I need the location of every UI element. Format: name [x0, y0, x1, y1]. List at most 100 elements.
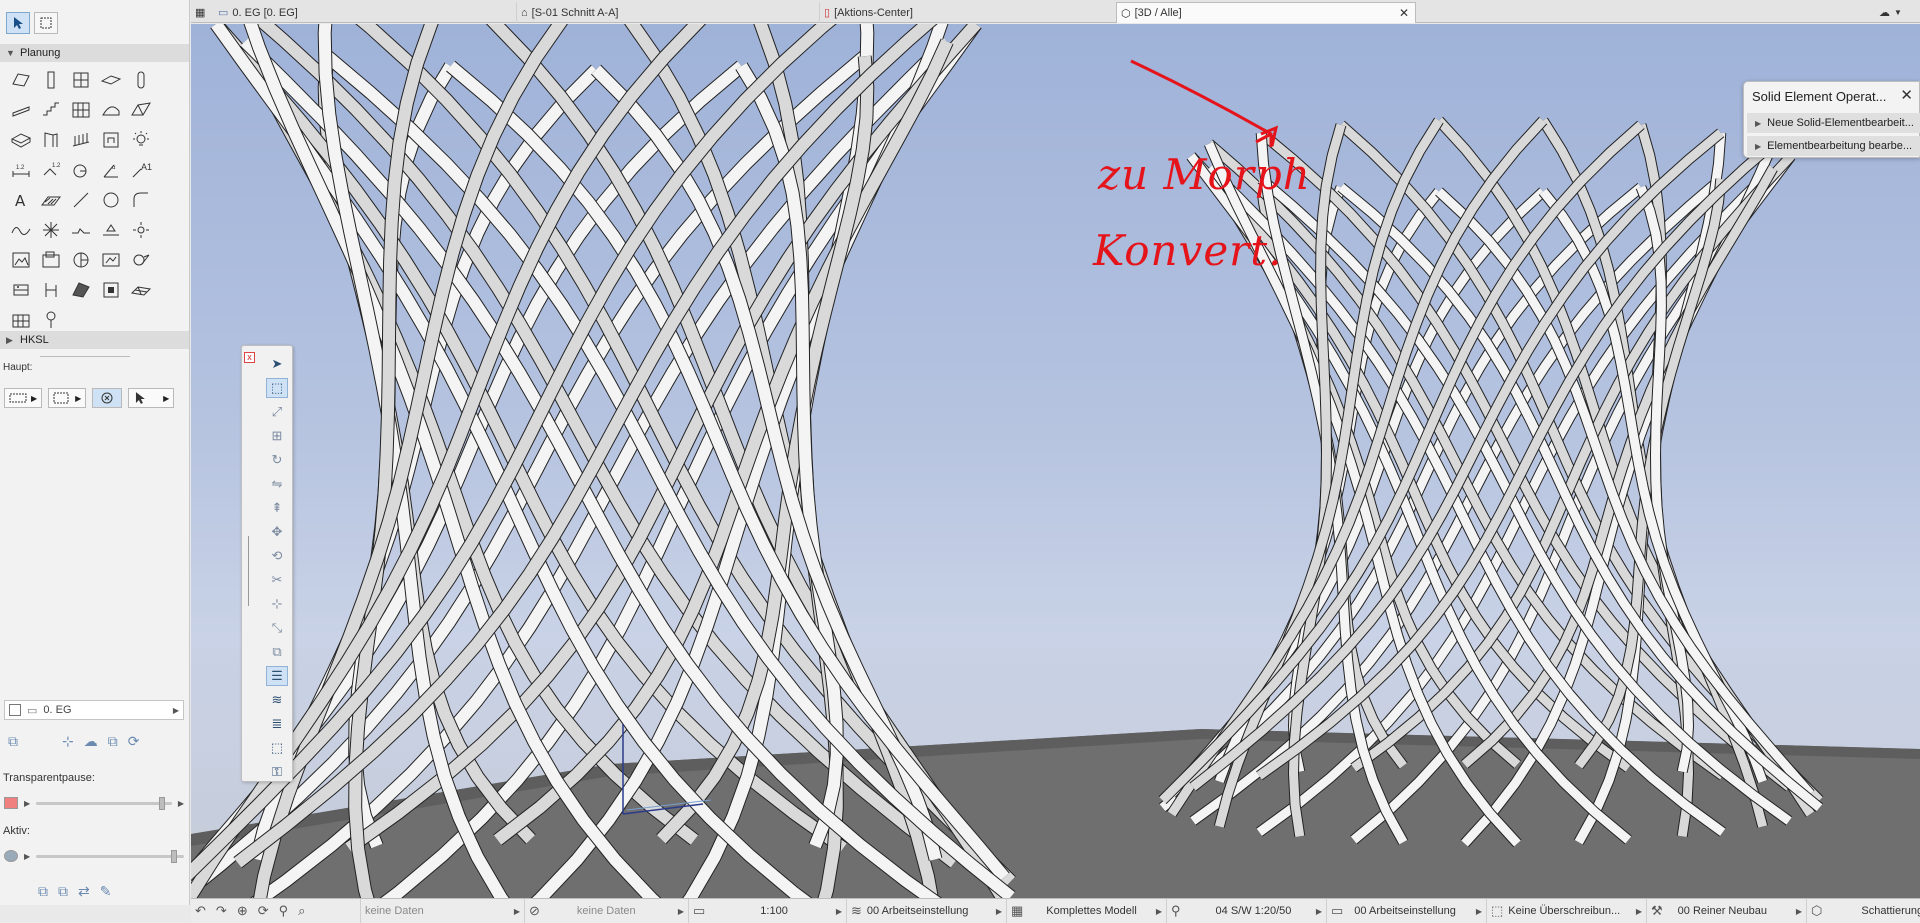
interior-tool-icon[interactable] — [6, 275, 36, 305]
cloud-icon[interactable]: ☁ — [84, 733, 98, 750]
zoom-icon[interactable]: ⊕ — [237, 903, 248, 919]
tab-3d[interactable]: ⬡ [3D / Alle] ✕ — [1116, 2, 1416, 23]
refresh-icon[interactable]: ⟳ — [128, 733, 140, 750]
navigator-icon[interactable]: ⧉ — [8, 733, 18, 750]
drag-icon[interactable]: ✥ — [266, 522, 288, 542]
arc-tool-icon[interactable] — [126, 185, 156, 215]
select-3d-icon[interactable]: ⬚ — [266, 738, 288, 758]
terrain-tool-icon[interactable] — [126, 275, 156, 305]
pointer-icon[interactable]: ➤ — [266, 354, 288, 374]
section-tool-icon[interactable] — [66, 245, 96, 275]
marquee-method-button[interactable]: ▶ — [48, 388, 87, 408]
mesh-tool-icon[interactable] — [126, 95, 156, 125]
slider-knob[interactable] — [170, 849, 177, 863]
stretch-icon[interactable]: ⤢ — [266, 402, 288, 422]
undo-icon[interactable]: ↶ — [195, 903, 206, 919]
scale-field[interactable]: ▭ 1:100 ▶ — [689, 898, 847, 923]
duplicate-icon[interactable]: ⧉ — [58, 883, 68, 900]
edit-icon[interactable]: ✎ — [100, 883, 112, 900]
close-icon[interactable]: x — [244, 352, 255, 363]
render-mode-field[interactable]: ⬡ Schattierung — [1807, 899, 1920, 923]
data-field-1[interactable]: keine Daten ▶ — [361, 898, 525, 923]
lock-icon[interactable]: ⚿ — [266, 762, 288, 782]
object-tool-icon[interactable] — [96, 275, 126, 305]
section-planung[interactable]: ▼ Planung — [0, 44, 189, 62]
redo-icon[interactable]: ↷ — [216, 903, 227, 919]
close-icon[interactable]: ✕ — [1900, 86, 1913, 104]
morph-tool-icon[interactable] — [6, 125, 36, 155]
curtain-wall-tool-icon[interactable] — [66, 95, 96, 125]
tab-section[interactable]: ⌂ [S-01 Schnitt A-A] — [517, 2, 820, 23]
layers-icon[interactable]: ☰ — [266, 666, 288, 686]
layer-combo-field[interactable]: ≋ 00 Arbeitseinstellung ▶ — [847, 898, 1007, 923]
fill-tool-icon[interactable] — [36, 185, 66, 215]
select-element-icon[interactable]: ⬚ — [266, 378, 288, 398]
model-view-field[interactable]: ▦ Komplettes Modell ▶ — [1007, 898, 1167, 923]
stack-icon[interactable]: ⧉ — [38, 883, 48, 900]
elevation-tool-icon[interactable] — [96, 215, 126, 245]
zoom-fit-icon[interactable]: ⌕ — [298, 903, 305, 919]
dimension-tool-icon[interactable]: 1.2 — [6, 155, 36, 185]
label-tool-icon[interactable]: A1 — [126, 155, 156, 185]
edit-operation-row[interactable]: ▶ Elementbearbeitung bearbe... — [1747, 136, 1920, 156]
new-solid-operation-row[interactable]: ▶ Neue Solid-Elementbearbeit... — [1747, 113, 1920, 133]
split-icon[interactable]: ✂ — [266, 570, 288, 590]
palette-icon[interactable] — [4, 850, 18, 862]
lamp-tool-icon[interactable] — [126, 125, 156, 155]
orbit-icon[interactable]: ⟳ — [258, 903, 269, 919]
window-tool-icon[interactable] — [66, 125, 96, 155]
skylight-tool-icon[interactable] — [96, 125, 126, 155]
zone-tool-icon[interactable] — [66, 275, 96, 305]
stack-icon[interactable]: ≋ — [266, 690, 288, 710]
pen-set-field[interactable]: ⚲ 04 S/W 1:20/50 ▶ — [1167, 898, 1327, 923]
story-selector[interactable]: ▭ 0. EG ▶ — [4, 700, 184, 720]
multiply-icon[interactable]: ⧉ — [266, 642, 288, 662]
polyline-tool-icon[interactable] — [66, 215, 96, 245]
rotate-copy-icon[interactable]: ⟲ — [266, 546, 288, 566]
level-dim-tool-icon[interactable]: 1.2 — [36, 155, 66, 185]
circle-tool-icon[interactable] — [96, 185, 126, 215]
override-field[interactable]: ⬚ Keine Überschreibun... ▶ — [1487, 898, 1647, 923]
offset-icon[interactable]: ⊞ — [266, 426, 288, 446]
color-swatch[interactable] — [4, 797, 18, 809]
data-field-2[interactable]: ⊘ keine Daten ▶ — [525, 898, 689, 923]
tab-overview-button[interactable]: ▦ — [191, 2, 211, 23]
geometry-method-button[interactable]: ▶ — [4, 388, 43, 408]
adjust-icon[interactable]: ⊹ — [266, 594, 288, 614]
drawing-tool-icon[interactable] — [36, 245, 66, 275]
radial-dim-tool-icon[interactable] — [66, 155, 96, 185]
section-hksl[interactable]: ▶ HKSL — [0, 331, 189, 349]
elevate-icon[interactable]: ⇞ — [266, 498, 288, 518]
resize-icon[interactable]: ⤡ — [266, 618, 288, 638]
model-view-option-field[interactable]: ▭ 00 Arbeitseinstellung ▶ — [1327, 898, 1487, 923]
stack-eye-icon[interactable]: ≣ — [266, 714, 288, 734]
line-tool-icon[interactable] — [66, 185, 96, 215]
walk-icon[interactable]: ⚲ — [279, 903, 289, 919]
pointer-method-button[interactable]: ▶ — [128, 388, 175, 408]
rotate-icon[interactable]: ↻ — [266, 450, 288, 470]
copy-icon[interactable]: ⧉ — [108, 733, 118, 750]
tab-menu-button[interactable]: ☁ ▼ — [1875, 2, 1920, 23]
pillar-tool-icon[interactable] — [126, 65, 156, 95]
slider-knob[interactable] — [159, 796, 166, 810]
slab-tool-icon[interactable] — [96, 65, 126, 95]
mirror-icon[interactable]: ⇋ — [266, 474, 288, 494]
figure-tool-icon[interactable] — [6, 245, 36, 275]
wall-tool-icon[interactable] — [6, 65, 36, 95]
text-tool-icon[interactable]: A — [6, 185, 36, 215]
arrow-tool-button[interactable] — [6, 12, 30, 34]
layer-icon[interactable]: ⊹ — [62, 733, 74, 750]
swap-icon[interactable]: ⇄ — [78, 883, 90, 900]
elevation-view-tool-icon[interactable] — [96, 245, 126, 275]
hotspot-tool-icon[interactable] — [36, 215, 66, 245]
transparent-slider[interactable] — [36, 796, 172, 810]
door-tool-icon[interactable] — [36, 125, 66, 155]
tab-floorplan[interactable]: ▭ 0. EG [0. EG] — [214, 2, 517, 23]
aktiv-slider[interactable] — [36, 849, 184, 863]
camera-tool-icon[interactable] — [126, 215, 156, 245]
shell-tool-icon[interactable] — [96, 95, 126, 125]
stair-tool-icon[interactable] — [36, 95, 66, 125]
marquee-tool-button[interactable] — [34, 12, 58, 34]
roof-tool-icon[interactable] — [6, 95, 36, 125]
spline-tool-icon[interactable] — [6, 215, 36, 245]
